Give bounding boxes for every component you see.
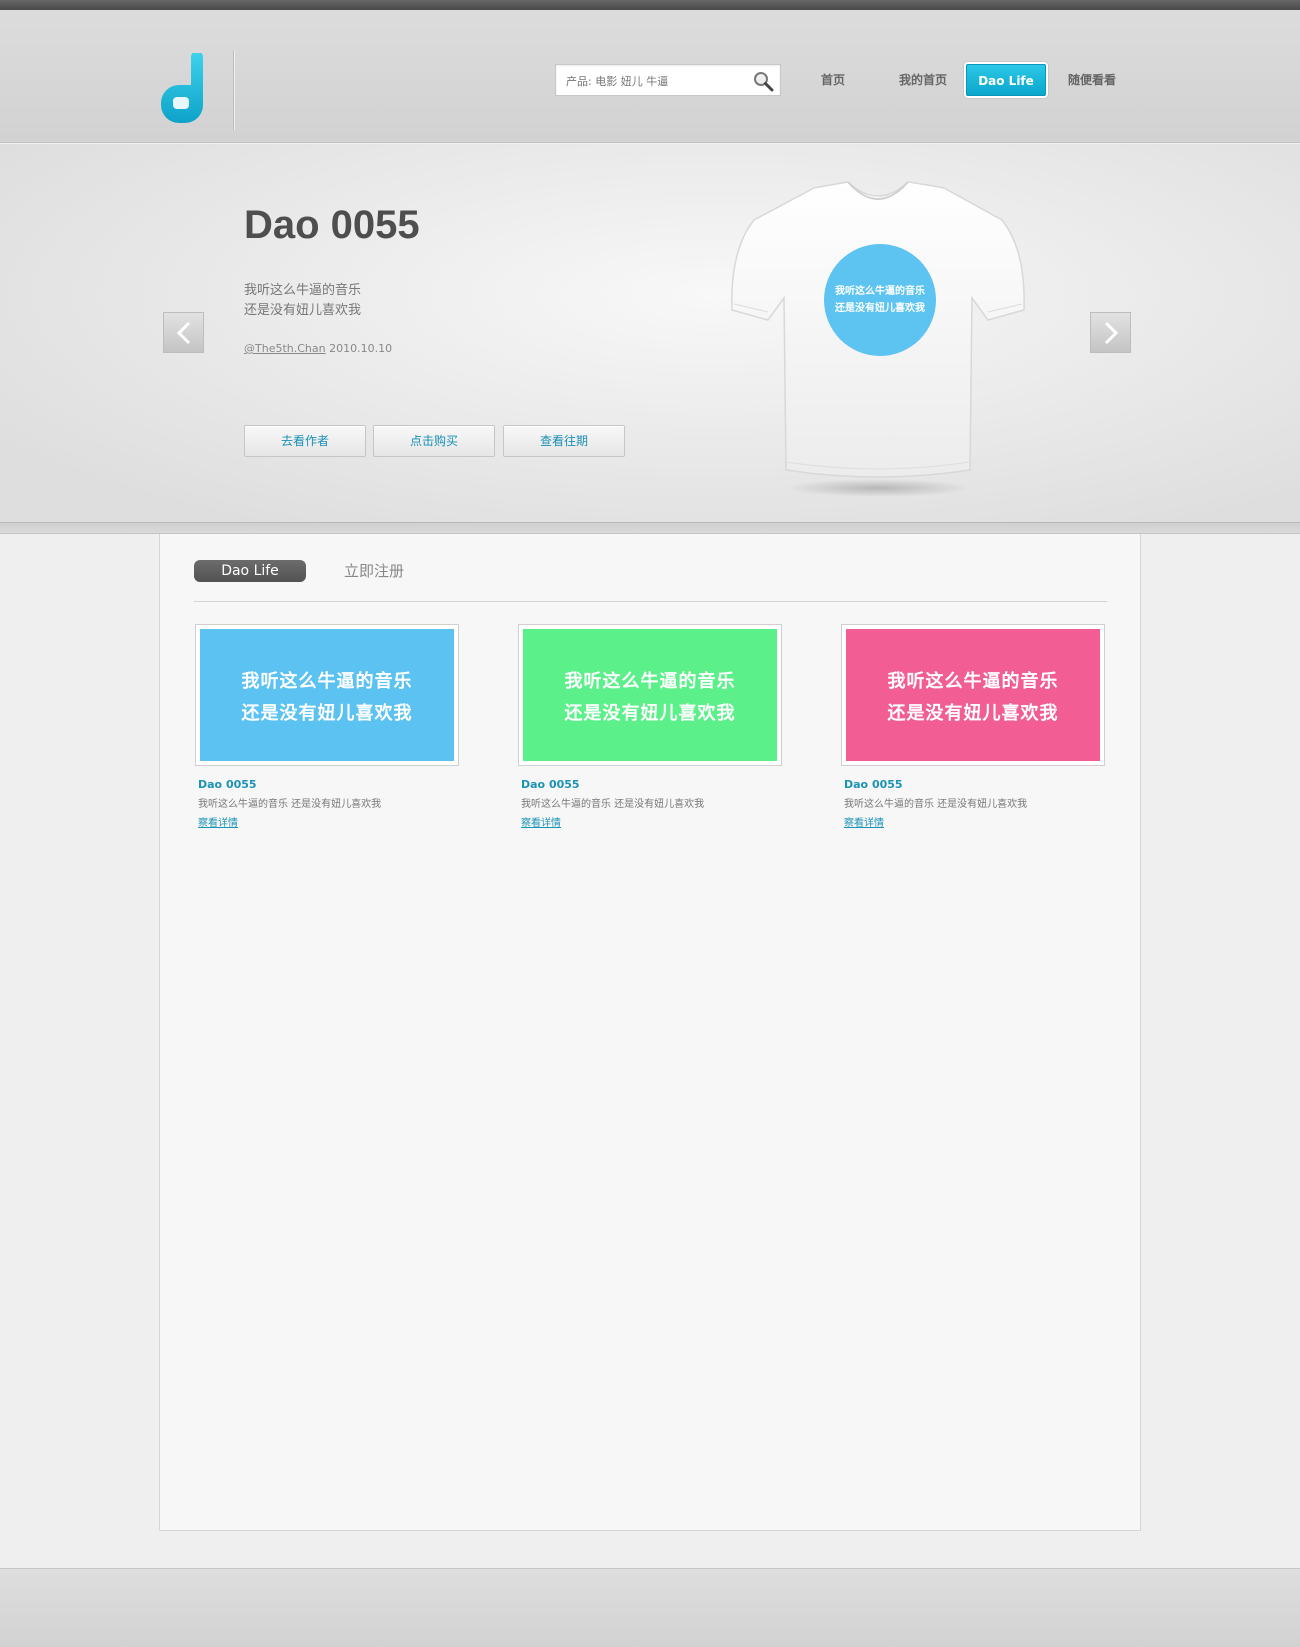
tab-register[interactable]: 立即注册	[344, 560, 404, 582]
view-details-link[interactable]: 察看详情	[518, 814, 782, 829]
search-icon[interactable]	[752, 70, 774, 92]
card-image: 我听这么牛逼的音乐 还是没有妞儿喜欢我	[846, 629, 1100, 761]
card-image-line: 还是没有妞儿喜欢我	[887, 703, 1059, 724]
view-details-link[interactable]: 察看详情	[841, 814, 1105, 829]
hero-bottom-strip	[0, 522, 1300, 534]
card-title[interactable]: Dao 0055	[518, 778, 782, 791]
hero-date: 2010.10.10	[329, 342, 393, 355]
card-description: 我听这么牛逼的音乐 还是没有妞儿喜欢我	[521, 799, 705, 810]
card-image-frame[interactable]: 我听这么牛逼的音乐 还是没有妞儿喜欢我	[195, 624, 459, 766]
product-card: 我听这么牛逼的音乐 还是没有妞儿喜欢我 Dao 0055 我听这么牛逼的音乐 还…	[518, 624, 782, 829]
tab-dao-life[interactable]: Dao Life	[194, 560, 306, 582]
hero-meta: @The5th.Chan 2010.10.10	[244, 342, 392, 355]
nav-dao-life[interactable]: Dao Life	[966, 64, 1046, 96]
main-content: Dao Life 立即注册 我听这么牛逼的音乐 还是没有妞儿喜欢我 Dao 00…	[159, 534, 1141, 1531]
card-description: 我听这么牛逼的音乐 还是没有妞儿喜欢我	[844, 799, 1028, 810]
author-link[interactable]: @The5th.Chan	[244, 342, 326, 355]
card-image: 我听这么牛逼的音乐 还是没有妞儿喜欢我	[523, 629, 777, 761]
view-details-link[interactable]: 察看详情	[195, 814, 459, 829]
divider	[194, 601, 1107, 602]
tshirt-print-line: 我听这么牛逼的音乐	[835, 286, 925, 297]
hero-title: Dao 0055	[244, 203, 420, 247]
header: 首页 我的首页 Dao Life 随便看看	[0, 10, 1300, 143]
product-card: 我听这么牛逼的音乐 还是没有妞儿喜欢我 Dao 0055 我听这么牛逼的音乐 还…	[195, 624, 459, 829]
card-image: 我听这么牛逼的音乐 还是没有妞儿喜欢我	[200, 629, 454, 761]
hero-line: 还是没有妞儿喜欢我	[244, 303, 362, 318]
card-image-line: 还是没有妞儿喜欢我	[564, 703, 736, 724]
chevron-left-icon	[176, 321, 191, 345]
product-card: 我听这么牛逼的音乐 还是没有妞儿喜欢我 Dao 0055 我听这么牛逼的音乐 还…	[841, 624, 1105, 829]
card-image-line: 还是没有妞儿喜欢我	[241, 703, 413, 724]
card-title[interactable]: Dao 0055	[195, 778, 459, 791]
chevron-right-icon	[1104, 321, 1119, 345]
nav-my-home[interactable]: 我的首页	[892, 64, 954, 96]
tshirt-print-line: 还是没有妞儿喜欢我	[835, 303, 925, 314]
hero-line: 我听这么牛逼的音乐	[244, 283, 362, 298]
card-image-frame[interactable]: 我听这么牛逼的音乐 还是没有妞儿喜欢我	[518, 624, 782, 766]
card-description: 我听这么牛逼的音乐 还是没有妞儿喜欢我	[198, 799, 382, 810]
footer	[0, 1568, 1300, 1647]
card-image-frame[interactable]: 我听这么牛逼的音乐 还是没有妞儿喜欢我	[841, 624, 1105, 766]
top-bar	[0, 0, 1300, 10]
next-arrow-button[interactable]	[1090, 312, 1131, 353]
logo-icon[interactable]	[161, 53, 211, 125]
card-image-line: 我听这么牛逼的音乐	[564, 671, 736, 692]
search-box[interactable]	[555, 64, 781, 96]
nav-random[interactable]: 随便看看	[1064, 64, 1120, 96]
prev-arrow-button[interactable]	[163, 312, 204, 353]
buy-button[interactable]: 点击购买	[373, 425, 495, 457]
nav-home[interactable]: 首页	[812, 64, 854, 96]
tshirt-print: 我听这么牛逼的音乐 还是没有妞儿喜欢我	[824, 244, 936, 356]
view-author-button[interactable]: 去看作者	[244, 425, 366, 457]
card-title[interactable]: Dao 0055	[841, 778, 1105, 791]
search-input[interactable]	[566, 72, 746, 90]
card-image-line: 我听这么牛逼的音乐	[241, 671, 413, 692]
logo-divider	[233, 50, 234, 130]
past-issues-button[interactable]: 查看往期	[503, 425, 625, 457]
card-image-line: 我听这么牛逼的音乐	[887, 671, 1059, 692]
